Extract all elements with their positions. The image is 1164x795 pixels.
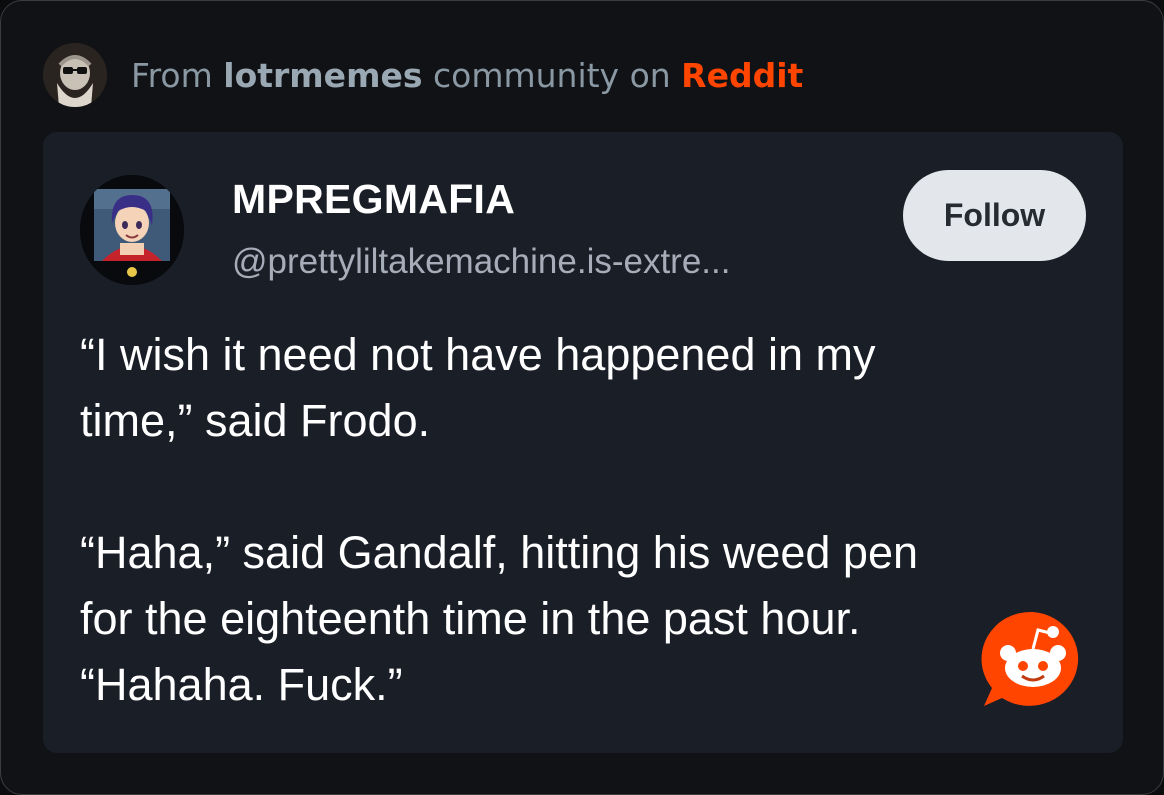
post-paragraph: “Haha,” said Gandalf, hitting his weed p… xyxy=(80,527,918,710)
reddit-badge xyxy=(980,608,1086,710)
source-attribution: From lotrmemes community on Reddit xyxy=(131,56,803,95)
follow-button[interactable]: Follow xyxy=(903,170,1086,261)
anime-character-avatar-icon xyxy=(80,175,184,285)
reddit-snoo-icon xyxy=(981,611,1079,706)
author-display-name[interactable]: MPREGMAFIA xyxy=(232,176,515,223)
post-author-avatar[interactable] xyxy=(80,175,184,285)
embed-frame: From lotrmemes community on Reddit MPREG… xyxy=(0,0,1164,795)
platform-link[interactable]: Reddit xyxy=(681,56,803,95)
source-middle: community on xyxy=(432,55,671,95)
wizard-avatar-icon xyxy=(43,43,107,107)
post-paragraph: “I wish it need not have happened in my … xyxy=(80,329,876,446)
source-row: From lotrmemes community on Reddit xyxy=(43,43,803,107)
post-body: “I wish it need not have happened in my … xyxy=(80,322,1100,718)
community-avatar[interactable] xyxy=(43,43,107,107)
post-card: MPREGMAFIA @prettyliltakemachine.is-extr… xyxy=(43,132,1123,753)
author-handle[interactable]: @prettyliltakemachine.is-extre... xyxy=(232,242,730,282)
source-prefix: From xyxy=(131,55,213,95)
community-link[interactable]: lotrmemes xyxy=(223,56,422,95)
